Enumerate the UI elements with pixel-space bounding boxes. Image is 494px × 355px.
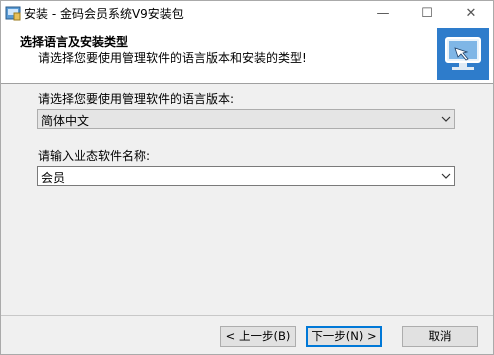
page-subtitle: 请选择您要使用管理软件的语言版本和安装的类型! <box>38 51 307 65</box>
next-button[interactable]: 下一步(N) > <box>306 326 382 347</box>
company-name-combobox[interactable]: 会员 <box>37 166 455 186</box>
installer-window: 安装 - 金码会员系统V9安装包 — ☐ ✕ 选择语言及安装类型 请选择您要使用… <box>0 0 494 355</box>
minimize-button[interactable]: — <box>361 1 405 26</box>
language-select[interactable]: 简体中文 <box>37 109 455 129</box>
footer-divider <box>1 315 493 316</box>
maximize-button[interactable]: ☐ <box>405 1 449 26</box>
window-title: 安装 - 金码会员系统V9安装包 <box>24 7 184 21</box>
company-label: 请输入业态软件名称: <box>38 149 151 163</box>
chevron-down-icon <box>441 116 451 122</box>
app-icon <box>5 6 21 21</box>
language-select-value: 简体中文 <box>41 114 90 128</box>
cancel-button[interactable]: 取消 <box>402 326 478 347</box>
language-label: 请选择您要使用管理软件的语言版本: <box>38 92 235 106</box>
close-button[interactable]: ✕ <box>449 1 493 26</box>
title-bar[interactable]: 安装 - 金码会员系统V9安装包 — ☐ ✕ <box>1 1 493 26</box>
page-title: 选择语言及安装类型 <box>20 35 129 49</box>
back-button[interactable]: < 上一步(B) <box>220 326 296 347</box>
chevron-down-icon <box>441 173 451 179</box>
computer-setup-icon <box>437 28 489 80</box>
company-name-value: 会员 <box>41 171 66 185</box>
wizard-header: 选择语言及安装类型 请选择您要使用管理软件的语言版本和安装的类型! <box>1 26 493 84</box>
